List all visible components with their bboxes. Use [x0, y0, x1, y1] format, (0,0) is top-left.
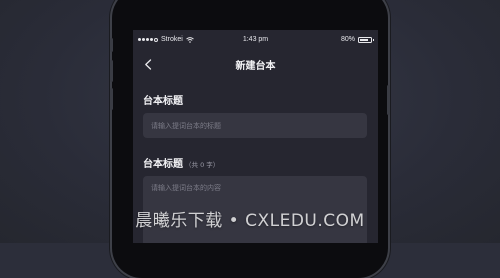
navigation-bar: 新建台本	[133, 52, 378, 76]
script-title-input[interactable]	[143, 113, 367, 138]
status-right: 80%	[340, 36, 374, 43]
watermark-text: 晨曦乐下载 • CXLEDU.COM	[135, 211, 365, 231]
page-title: 新建台本	[235, 61, 276, 72]
power-button	[387, 85, 390, 115]
title-field-label: 台本标题	[143, 96, 183, 107]
battery-icon	[358, 36, 374, 43]
mute-switch	[110, 38, 113, 52]
word-count-hint: （共 0 字）	[185, 161, 220, 169]
content-label-text: 台本标题	[143, 159, 183, 170]
battery-fill	[360, 38, 368, 41]
status-bar: Strokei 1:43 pm 80%	[133, 30, 378, 52]
battery-percent: 80%	[340, 36, 355, 43]
volume-down-button	[110, 88, 113, 110]
content-field-label: 台本标题 （共 0 字）	[143, 155, 219, 170]
volume-up-button	[110, 60, 113, 82]
